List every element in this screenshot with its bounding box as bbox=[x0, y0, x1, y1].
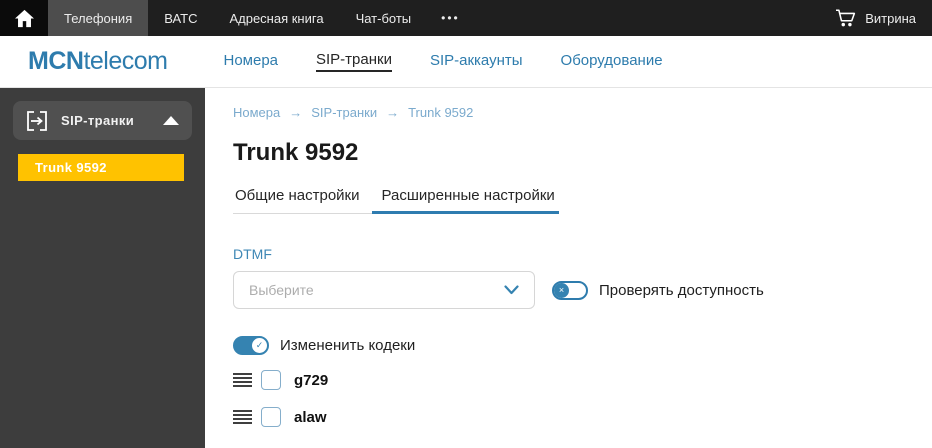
dtmf-field-label: DTMF bbox=[233, 246, 272, 262]
availability-toggle[interactable]: × bbox=[552, 280, 588, 300]
sidebar-group-sip-trunks[interactable]: SIP-транки bbox=[13, 101, 192, 140]
nav-item-sip-accounts[interactable]: SIP-аккаунты bbox=[430, 52, 523, 71]
codec-checkbox-alaw[interactable] bbox=[261, 407, 281, 427]
dtmf-select-placeholder: Выберите bbox=[249, 282, 314, 298]
page-title: Trunk 9592 bbox=[233, 139, 359, 166]
codecs-toggle[interactable]: ✓ bbox=[233, 336, 269, 355]
sidebar: SIP-транки Trunk 9592 bbox=[0, 88, 205, 448]
codec-checkbox-g729[interactable] bbox=[261, 370, 281, 390]
header: MCNtelecom Номера SIP-транки SIP-аккаунт… bbox=[0, 36, 932, 88]
nav-item-sip-trunks[interactable]: SIP-транки bbox=[316, 51, 392, 72]
mcn-telecom-logo[interactable]: MCNtelecom bbox=[28, 47, 168, 76]
topnav-item-chatbots[interactable]: Чат-боты bbox=[340, 0, 428, 36]
breadcrumb-arrow-icon: → bbox=[386, 105, 400, 120]
topnav-item-address-book[interactable]: Адресная книга bbox=[213, 0, 339, 36]
tab-bar: Общие настройки Расширенные настройки bbox=[233, 187, 559, 214]
home-button[interactable] bbox=[0, 0, 48, 36]
nav-item-equipment[interactable]: Оборудование bbox=[561, 52, 663, 71]
ellipsis-icon: ••• bbox=[441, 11, 460, 25]
sidebar-group-label: SIP-транки bbox=[61, 113, 135, 128]
codecs-toggle-row: ✓ Измененить кодеки bbox=[233, 336, 932, 355]
codec-name: g729 bbox=[294, 371, 329, 389]
main-content: Номера → SIP-транки → Trunk 9592 Trunk 9… bbox=[205, 88, 932, 448]
breadcrumb: Номера → SIP-транки → Trunk 9592 bbox=[233, 105, 932, 120]
storefront-label: Витрина bbox=[865, 10, 916, 26]
section-nav: Номера SIP-транки SIP-аккаунты Оборудова… bbox=[185, 51, 663, 72]
tab-general-settings[interactable]: Общие настройки bbox=[233, 187, 372, 214]
toggle-off-x-icon: × bbox=[554, 282, 569, 298]
collapse-arrow-icon bbox=[163, 116, 179, 125]
sip-trunk-icon bbox=[26, 110, 48, 132]
storefront-button[interactable]: Витрина bbox=[835, 0, 932, 36]
home-icon bbox=[14, 9, 35, 28]
toggle-on-check-icon: ✓ bbox=[252, 338, 267, 353]
availability-toggle-label: Проверять доступность bbox=[599, 281, 764, 299]
dtmf-select[interactable]: Выберите bbox=[233, 271, 535, 309]
codec-name: alaw bbox=[294, 408, 327, 426]
codec-row-alaw: alaw bbox=[233, 405, 932, 429]
sidebar-item-trunk[interactable]: Trunk 9592 bbox=[18, 154, 184, 181]
topnav-item-telephony[interactable]: Телефония bbox=[48, 0, 149, 36]
logo-regular: telecom bbox=[83, 47, 168, 75]
drag-handle-icon[interactable] bbox=[233, 372, 252, 388]
top-navigation-bar: Телефония ВАТС Адресная книга Чат-боты •… bbox=[0, 0, 932, 36]
logo-bold: MCN bbox=[28, 47, 84, 75]
dtmf-row: Выберите × Проверять доступность bbox=[233, 271, 932, 309]
chevron-down-icon bbox=[504, 285, 519, 295]
tab-advanced-settings[interactable]: Расширенные настройки bbox=[371, 187, 559, 214]
topnav-item-vats[interactable]: ВАТС bbox=[148, 0, 213, 36]
codec-row-g729: g729 bbox=[233, 368, 932, 392]
body: SIP-транки Trunk 9592 Номера → SIP-транк… bbox=[0, 88, 932, 448]
topnav-label: Чат-боты bbox=[355, 10, 412, 26]
cart-icon bbox=[835, 8, 857, 28]
availability-toggle-row: × Проверять доступность bbox=[552, 280, 764, 300]
topnav-label: ВАТС bbox=[164, 10, 198, 26]
drag-handle-icon[interactable] bbox=[233, 409, 252, 425]
breadcrumb-link-sip-trunks[interactable]: SIP-транки bbox=[311, 105, 377, 120]
breadcrumb-arrow-icon: → bbox=[289, 105, 303, 120]
breadcrumb-current: Trunk 9592 bbox=[408, 105, 474, 120]
page: Телефония ВАТС Адресная книга Чат-боты •… bbox=[0, 0, 932, 448]
nav-item-numbers[interactable]: Номера bbox=[223, 52, 278, 71]
topnav-label: Телефония bbox=[64, 10, 133, 26]
codecs-toggle-label: Измененить кодеки bbox=[280, 337, 416, 354]
topnav-label: Адресная книга bbox=[229, 10, 324, 26]
more-menu-button[interactable]: ••• bbox=[427, 0, 474, 36]
breadcrumb-link-numbers[interactable]: Номера bbox=[233, 105, 280, 120]
